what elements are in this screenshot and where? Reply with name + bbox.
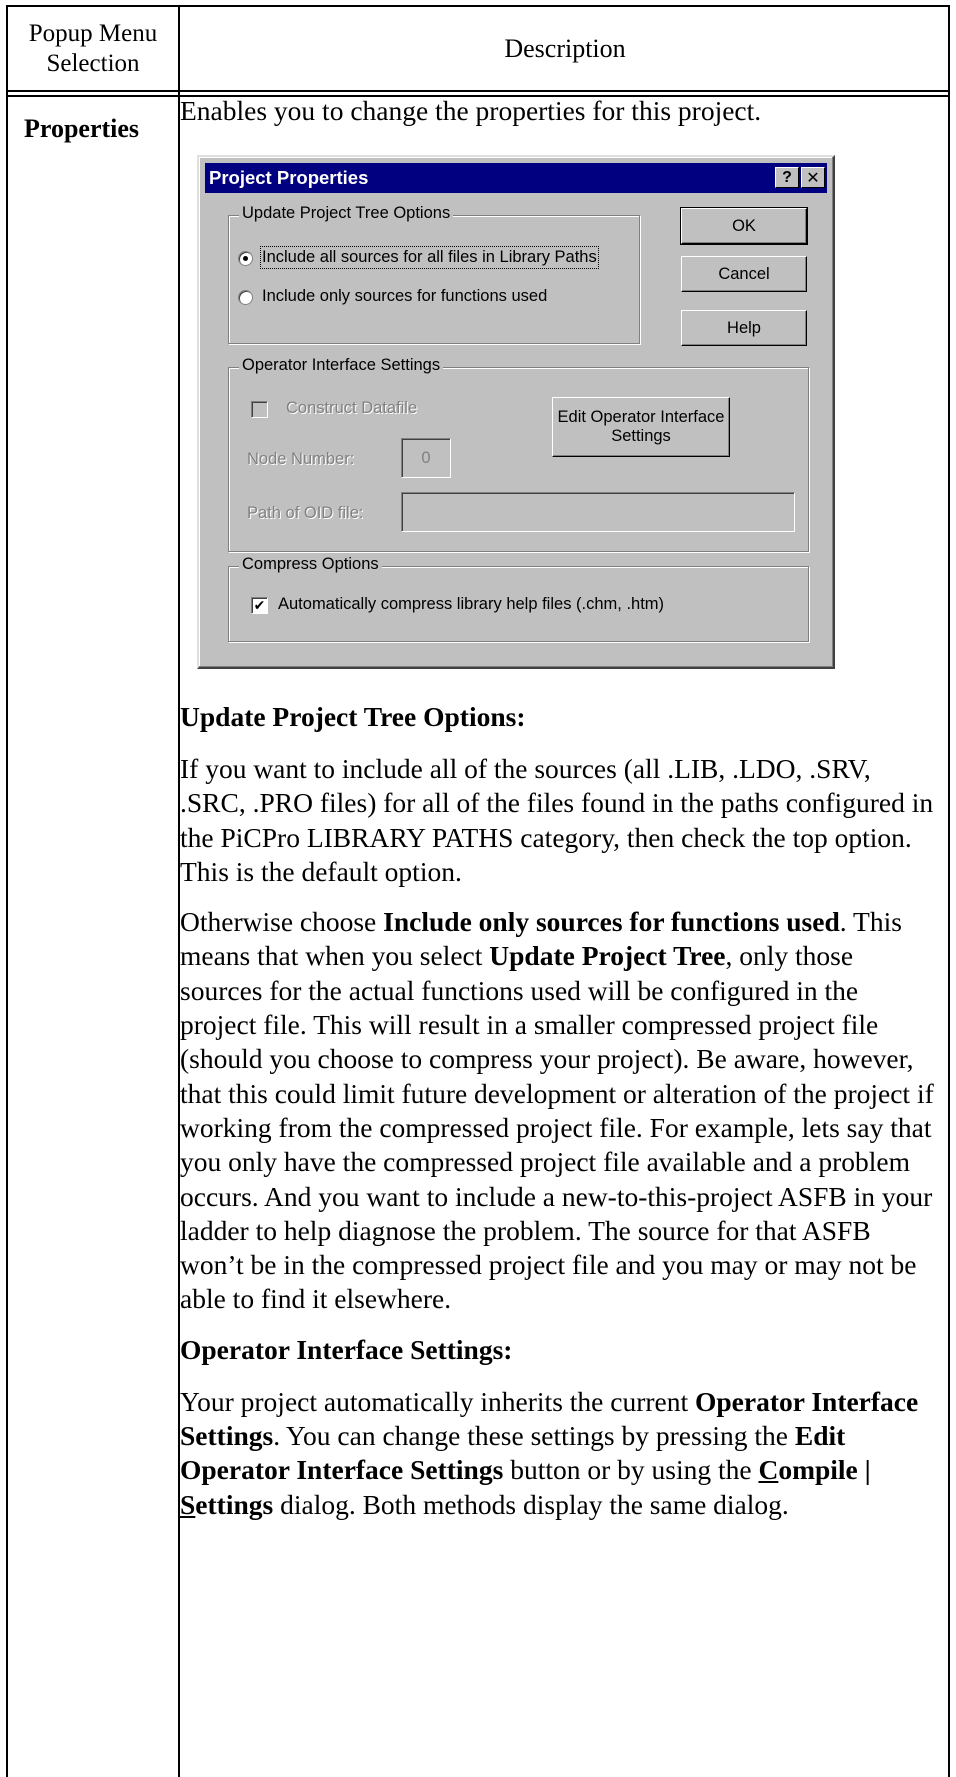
dialog-titlebar: Project Properties ? ✕ [205,163,827,193]
radio-include-used[interactable] [238,290,253,305]
section-heading-update-tree: Update Project Tree Options: [180,701,526,732]
compress-checkbox[interactable]: ✔ [251,597,268,614]
description-body: Update Project Tree Options: If you want… [180,700,940,1538]
compress-checkbox-label[interactable]: Automatically compress library help file… [278,595,664,614]
section-heading-operator-interface: Operator Interface Settings: [180,1333,513,1365]
selection-name: Properties [24,114,140,143]
help-button[interactable]: Help [681,310,807,346]
operator-interface-group-label: Operator Interface Settings [239,356,444,375]
cancel-button[interactable]: Cancel [681,256,807,292]
ok-button[interactable]: OK [680,207,808,245]
dialog-title: Project Properties [209,167,369,188]
construct-datafile-checkbox[interactable] [251,401,268,418]
node-number-label: Node Number: [247,450,355,468]
radio-include-all[interactable] [238,251,253,266]
node-number-field[interactable]: 0 [401,438,451,478]
header-divider [8,90,948,92]
description-cell: Enables you to change the properties for… [180,94,940,144]
close-icon[interactable]: ✕ [801,167,825,188]
construct-datafile-label: Construct Datafile [286,399,418,417]
project-properties-dialog: Project Properties ? ✕ Update Project Tr… [197,155,835,669]
update-tree-paragraph-2: Otherwise choose Include only sources fo… [180,906,934,1315]
oid-path-field[interactable] [401,492,795,532]
update-tree-group: Update Project Tree Options [228,204,640,344]
compress-options-group-label: Compress Options [239,555,382,574]
update-tree-group-label: Update Project Tree Options [239,204,454,223]
edit-operator-interface-button[interactable]: Edit Operator Interface Settings [552,397,730,457]
operator-interface-paragraph: Your project automatically inherits the … [180,1385,919,1520]
column-header-selection: Popup Menu Selection [28,19,158,77]
radio-include-used-label[interactable]: Include only sources for functions used [262,287,547,306]
oid-path-label: Path of OID file: [247,504,364,522]
column-header-description: Description [504,33,626,63]
help-icon[interactable]: ? [775,167,799,188]
intro-text: Enables you to change the properties for… [180,95,762,126]
update-tree-paragraph-1: If you want to include all of the source… [180,753,934,887]
radio-include-all-label[interactable]: Include all sources for all files in Lib… [260,246,599,269]
